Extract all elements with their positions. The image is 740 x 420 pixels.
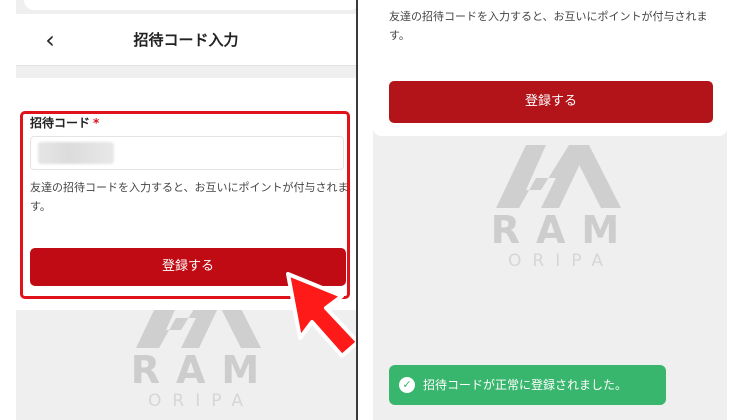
toast-message: 招待コードが正常に登録されました。 <box>423 378 628 392</box>
annotation-pointer-arrow-icon <box>286 272 356 358</box>
watermark-brand: RAM <box>130 348 276 392</box>
watermark-sub: ORIPA <box>148 391 254 411</box>
left-screenshot-panel: RAM ORIPA ‹ 招待コード入力 招待コード * 友達の招待コードを入力する… <box>16 0 356 420</box>
watermark-logo: RAM ORIPA <box>471 140 641 272</box>
register-button[interactable]: 登録する <box>389 81 713 123</box>
panel-divider <box>356 0 358 420</box>
page-title: 招待コード入力 <box>133 31 239 49</box>
app-header: ‹ 招待コード入力 <box>16 14 356 66</box>
invite-code-form-scrolled: 友達の招待コードを入力すると、お互いにポイントが付与されます。 登録する <box>373 0 727 136</box>
watermark-mark <box>481 140 631 210</box>
right-screenshot-panel: RAM ORIPA 友達の招待コードを入力すると、お互いにポイントが付与されます… <box>373 0 727 420</box>
success-toast: ✓ 招待コードが正常に登録されました。 <box>389 365 666 405</box>
invite-code-helper-text: 友達の招待コードを入力すると、お互いにポイントが付与されます。 <box>389 10 708 42</box>
watermark-brand: RAM <box>490 208 636 252</box>
check-circle-icon: ✓ <box>399 377 415 393</box>
previous-card-edge <box>24 0 356 10</box>
watermark-sub: ORIPA <box>508 251 614 271</box>
